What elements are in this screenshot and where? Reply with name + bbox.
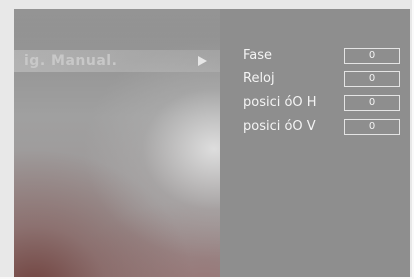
setting-row-v-position[interactable]: posici óO V 0: [220, 118, 410, 138]
setting-label: Fase: [243, 48, 273, 63]
setting-value: 0: [368, 73, 376, 84]
osd-menu-panel: ig. Manual.: [14, 9, 220, 277]
setting-row-reloj[interactable]: Reloj 0: [220, 70, 410, 90]
menu-item-config-manual[interactable]: ig. Manual.: [14, 50, 220, 72]
setting-value-box[interactable]: 0: [344, 119, 400, 135]
setting-row-h-position[interactable]: posici óO H 0: [220, 94, 410, 114]
setting-label: posici óO V: [243, 119, 316, 134]
setting-value: 0: [368, 121, 376, 132]
setting-value: 0: [368, 97, 376, 108]
osd-screen: ig. Manual. Fase 0 Reloj 0 posici óO H 0…: [0, 0, 412, 277]
setting-row-fase[interactable]: Fase 0: [220, 47, 410, 67]
menu-item-label: ig. Manual.: [24, 53, 118, 69]
setting-label: Reloj: [243, 71, 275, 86]
chevron-right-icon: [198, 56, 207, 66]
setting-value-box[interactable]: 0: [344, 95, 400, 111]
setting-value: 0: [368, 50, 376, 61]
setting-label: posici óO H: [243, 95, 317, 110]
osd-settings-panel: Fase 0 Reloj 0 posici óO H 0 posici óO V…: [220, 9, 410, 277]
setting-value-box[interactable]: 0: [344, 71, 400, 87]
setting-value-box[interactable]: 0: [344, 48, 400, 64]
